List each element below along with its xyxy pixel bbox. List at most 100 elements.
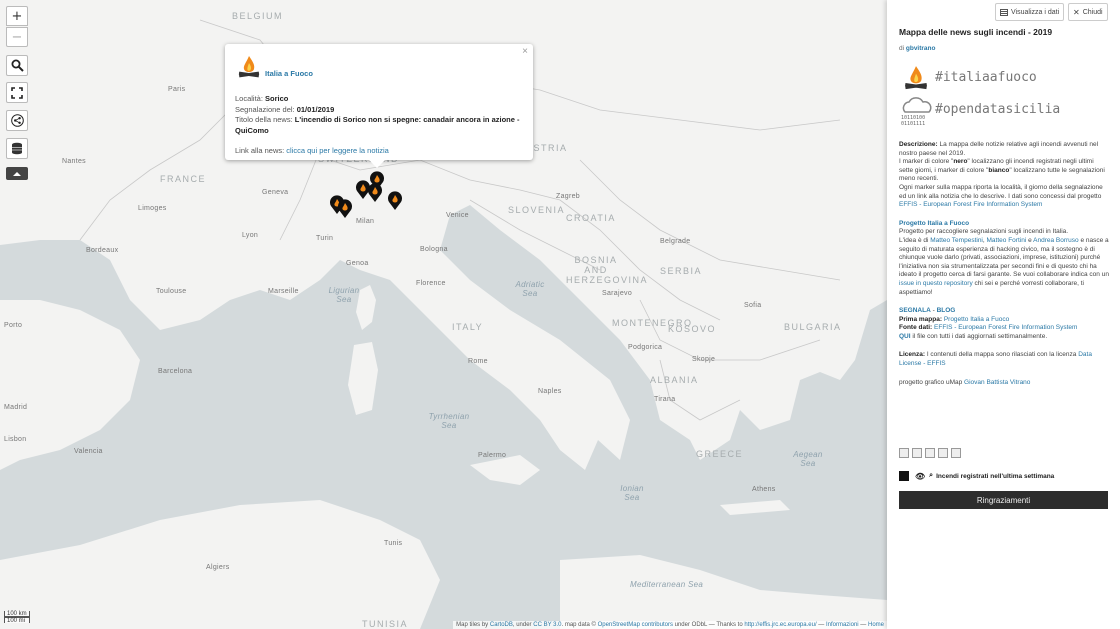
map-label-albania: ALBANIA [650, 375, 699, 385]
panel-title: Mappa delle news sugli incendi - 2019 [899, 27, 1053, 37]
person-link[interactable]: Matteo Tempestini [930, 237, 983, 244]
layers-button[interactable] [6, 138, 28, 159]
popup-link-row: Link alla news: clicca qui per leggere l… [235, 146, 533, 157]
popup-close-button[interactable]: × [522, 46, 528, 57]
attrib-cartodb-link[interactable]: CartoDB [490, 622, 513, 628]
map-city-milan: Milan [356, 218, 375, 225]
blog-link[interactable]: BLOG [937, 307, 956, 314]
map-label-aegean-sea: Aegean Sea [793, 450, 823, 468]
attrib-effis-link[interactable]: http://effis.jrc.ec.europa.eu/ [744, 622, 816, 628]
first-map-label: Prima mappa: [899, 315, 942, 323]
map-city-limoges: Limoges [138, 205, 167, 212]
attrib-cc-link[interactable]: CC BY 3.0 [533, 622, 561, 628]
popup-date-label: Segnalazione del: [235, 104, 297, 114]
issue-link[interactable]: issue in questo repository [899, 280, 973, 287]
description-block: Descrizione: La mappa delle notizie rela… [899, 141, 1109, 210]
twitter-icon[interactable] [912, 448, 922, 458]
map-city-nantes: Nantes [62, 158, 86, 165]
map-label-france: FRANCE [160, 174, 207, 184]
email-icon[interactable] [925, 448, 935, 458]
layer-color-swatch [899, 471, 909, 481]
project-title-link[interactable]: Progetto Italia a Fuoco [899, 220, 969, 227]
map-city-athens: Athens [752, 486, 776, 493]
print-icon[interactable] [938, 448, 948, 458]
fire-marker[interactable] [337, 199, 353, 219]
source-link[interactable]: EFFIS - European Forest Fire Information… [934, 324, 1077, 331]
first-map-link[interactable]: Progetto Italia a Fuoco [944, 316, 1009, 323]
description-nero: nero [953, 158, 968, 166]
popup-details: Località: Sorico Segnalazione del: 01/01… [235, 94, 533, 157]
search-button[interactable] [6, 55, 28, 76]
map-city-turin: Turin [316, 235, 334, 242]
map-city-palermo: Palermo [478, 452, 507, 459]
table-icon [1000, 8, 1008, 16]
map-city-podgorica: Podgorica [628, 344, 663, 351]
map-label-bulgaria: BULGARIA [784, 322, 842, 332]
person-link[interactable]: Matteo Fortini [987, 237, 1027, 244]
description-text: Ogni marker sulla mappa riporta la local… [899, 183, 1103, 200]
map-label-mediterranean-sea: Mediterranean Sea [630, 580, 704, 589]
popup-location-row: Località: Sorico [235, 94, 533, 105]
popup-location-value: Sorico [265, 94, 289, 103]
attrib-osm-link[interactable]: OpenStreetMap contributors [598, 622, 673, 628]
map-city-valencia: Valencia [74, 448, 103, 455]
map-city-paris: Paris [168, 86, 186, 93]
popup-brand-name: Italia a Fuoco [265, 68, 313, 78]
flame-marker-icon [368, 183, 382, 202]
credits-text: progetto grafico uMap [899, 378, 965, 386]
map-city-tunis: Tunis [384, 540, 403, 547]
popup-date-row: Segnalazione del: 01/01/2019 [235, 105, 533, 116]
license-block: Licenza: I contenuti della mappa sono ri… [899, 351, 1109, 368]
close-icon: ✕ [1073, 7, 1080, 17]
license-text: I contenuti della mappa sono rilasciati … [925, 351, 1079, 359]
segnala-link[interactable]: SEGNALA [899, 307, 931, 314]
map-city-sarajevo: Sarajevo [602, 290, 633, 297]
zoom-in-button[interactable]: + [6, 6, 28, 26]
map-city-geneva: Geneva [262, 189, 289, 196]
map-canvas[interactable]: BELGIUM FRANCE SWITZERLAND ITALY SLOVENI… [0, 0, 887, 629]
attrib-text: . map data © [561, 622, 598, 628]
author-link[interactable]: gbvitrano [906, 45, 936, 52]
map-label-ionian-sea: Ionian Sea [620, 484, 644, 502]
panel-description: Descrizione: La mappa delle notizie rela… [899, 141, 1109, 393]
fire-marker[interactable] [367, 183, 383, 203]
map-label-bosnia: BOSNIA AND HERZEGOVINA [566, 255, 649, 285]
collapse-button[interactable] [6, 167, 28, 180]
fullscreen-icon [11, 86, 23, 99]
attrib-text: , under [512, 622, 534, 628]
embed-icon[interactable] [899, 448, 909, 458]
person-link[interactable]: Andrea Borruso [1033, 237, 1079, 244]
facebook-icon[interactable] [951, 448, 961, 458]
search-icon[interactable]: ⌕ [929, 472, 933, 480]
fire-marker[interactable] [387, 191, 403, 211]
eye-icon[interactable]: 👁 [915, 472, 925, 481]
attrib-info-link[interactable]: Informazioni [826, 622, 859, 628]
map-city-zagreb: Zagreb [556, 193, 580, 200]
map-city-bologna: Bologna [420, 246, 448, 253]
thanks-button[interactable]: Ringraziamenti [899, 491, 1108, 509]
map-city-lyon: Lyon [242, 232, 259, 239]
credits-author-link[interactable]: Giovan Battista Vitrano [964, 379, 1030, 386]
description-text: I marker di colore " [899, 158, 954, 166]
fullscreen-button[interactable] [6, 82, 28, 103]
campfire-logo-icon [238, 56, 260, 78]
layer-toggle[interactable]: 👁 ⌕ Incendi registrati nell'ultima setti… [899, 471, 1054, 481]
share-button[interactable] [6, 110, 28, 131]
attrib-home-link[interactable]: Home [868, 622, 884, 628]
popup-news-link[interactable]: clicca qui per leggere la notizia [286, 146, 389, 155]
credits-block: progetto grafico uMap Giovan Battista Vi… [899, 379, 1109, 388]
map-label-greece: GREECE [696, 449, 744, 459]
project-block: Progetto Italia a Fuoco Progetto per rac… [899, 219, 1109, 296]
hashtag-opendatasicilia: #opendatasicilia [935, 102, 1061, 117]
effis-link[interactable]: EFFIS - European Forest Fire Information… [899, 201, 1042, 208]
zoom-out-button[interactable]: − [6, 27, 28, 47]
map-city-bordeaux: Bordeaux [86, 247, 119, 254]
map-label-tunisia: TUNISIA [362, 619, 409, 629]
info-panel: Visualizza i dati ✕ Chiudi Mappa delle n… [887, 0, 1120, 629]
map-scale: 100 km 100 mi [4, 611, 30, 624]
popup-title-label: Titolo della news: [235, 115, 295, 124]
close-panel-button[interactable]: ✕ Chiudi [1068, 3, 1108, 21]
data-file-link[interactable]: QUI [899, 333, 911, 340]
view-data-button[interactable]: Visualizza i dati [995, 3, 1065, 21]
map-label-kosovo: KOSOVO [668, 324, 717, 334]
